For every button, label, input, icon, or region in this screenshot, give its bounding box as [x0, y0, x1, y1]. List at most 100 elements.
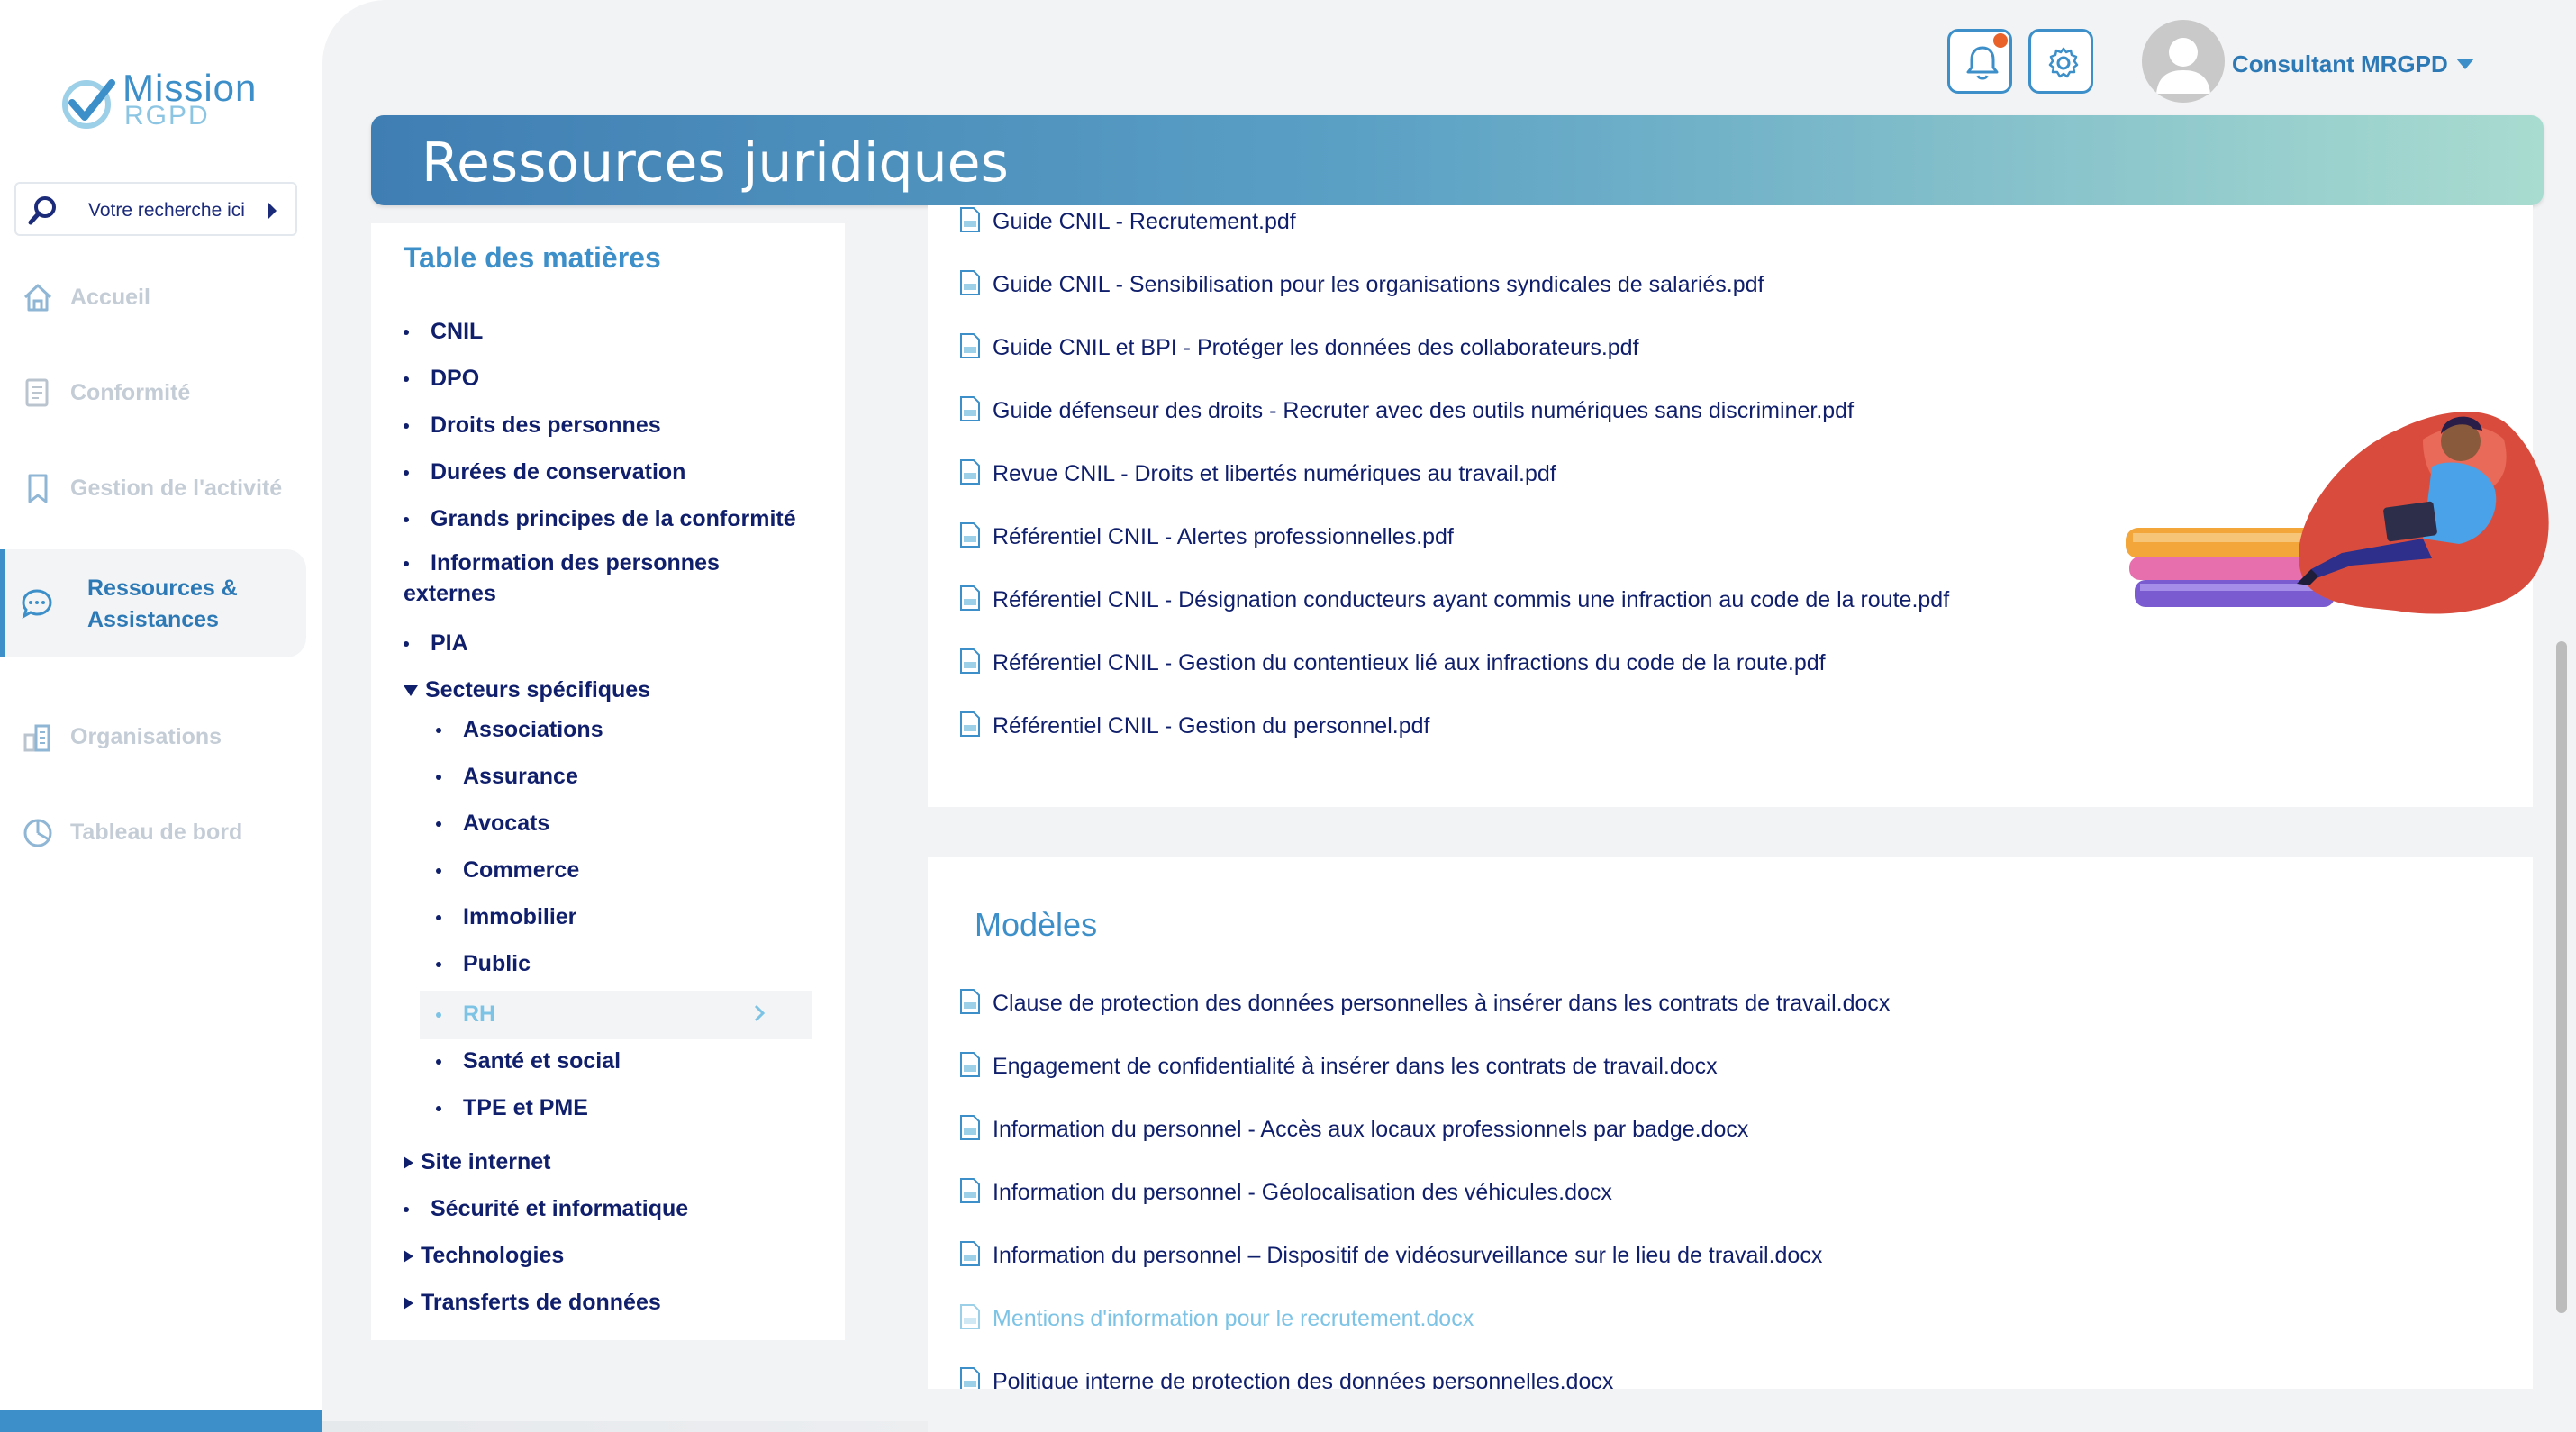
section-title-modeles: Modèles — [975, 906, 1098, 943]
toc-sub-associations[interactable]: Associations — [436, 717, 603, 743]
toc-item-label: Public — [463, 951, 531, 976]
sidebar-bottom-bar — [0, 1410, 322, 1432]
collapsed-triangle-icon — [404, 1156, 413, 1170]
sidebar-item-label: Tableau de bord — [70, 820, 243, 845]
document-link[interactable]: Référentiel CNIL - Désignation conducteu… — [958, 585, 1949, 614]
bullet — [436, 821, 441, 828]
toc-item-technologies[interactable]: Technologies — [404, 1243, 564, 1269]
toc-item-label: Assurance — [463, 764, 578, 789]
bullet — [404, 470, 409, 476]
scroll-clip — [928, 1389, 2533, 1432]
toc-item-label: Durées de conservation — [431, 459, 686, 485]
document-name: Référentiel CNIL - Alertes professionnel… — [993, 524, 1454, 549]
bullet — [404, 330, 409, 336]
document-link[interactable]: Référentiel CNIL - Alertes professionnel… — [958, 522, 1454, 551]
buildings-icon — [23, 724, 50, 752]
scrollbar-thumb[interactable] — [2556, 641, 2567, 1313]
toc-sub-assurance[interactable]: Assurance — [436, 764, 578, 790]
toc-sub-sante[interactable]: Santé et social — [436, 1048, 621, 1074]
file-icon — [960, 1304, 980, 1330]
document-link[interactable]: Engagement de confidentialité à insérer … — [958, 1052, 1718, 1081]
bullet — [404, 376, 409, 383]
document-link[interactable]: Revue CNIL - Droits et libertés numériqu… — [958, 459, 1556, 488]
user-silhouette-icon — [2156, 38, 2210, 94]
logo-text-rgpd: RGPD — [124, 101, 210, 131]
toc-item-dpo[interactable]: DPO — [404, 366, 479, 392]
file-icon — [960, 522, 980, 548]
toc-item-grands-principes[interactable]: Grands principes de la conformité — [404, 506, 796, 532]
toc-item-label: DPO — [431, 366, 480, 391]
document-link[interactable]: Guide CNIL - Recrutement.pdf — [958, 207, 1296, 236]
search-box[interactable]: Votre recherche ici — [14, 182, 297, 236]
sidebar-item-organisations[interactable]: Organisations — [0, 699, 306, 771]
bullet — [436, 728, 441, 734]
toc-item-label: Droits des personnes — [431, 412, 661, 438]
document-name: Guide CNIL - Recrutement.pdf — [993, 209, 1296, 234]
document-name: Guide défenseur des droits - Recruter av… — [993, 398, 1855, 423]
document-link-hovered[interactable]: Mentions d'information pour le recruteme… — [958, 1304, 1474, 1333]
toc-item-cnil[interactable]: CNIL — [404, 319, 483, 345]
document-name: Mentions d'information pour le recruteme… — [993, 1306, 1474, 1331]
toc-sub-rh-label[interactable]: RH — [436, 1001, 495, 1028]
toc-item-label: Technologies — [421, 1243, 565, 1268]
toc-item-label: TPE et PME — [463, 1095, 588, 1120]
file-icon — [960, 585, 980, 612]
collapsed-triangle-icon — [404, 1297, 413, 1310]
document-link[interactable]: Information du personnel - Géolocalisati… — [958, 1178, 1612, 1207]
file-icon — [960, 989, 980, 1015]
document-link[interactable]: Guide CNIL - Sensibilisation pour les or… — [958, 270, 1764, 299]
page-title: Ressources juridiques — [422, 131, 1009, 195]
sidebar-item-label: Ressources & Assistances — [87, 576, 238, 632]
home-icon — [23, 284, 52, 312]
search-placeholder: Votre recherche ici — [88, 200, 245, 221]
user-name[interactable]: Consultant MRGPD — [2232, 50, 2448, 78]
document-link[interactable]: Clause de protection des données personn… — [958, 989, 1891, 1018]
sidebar-item-conformite[interactable]: Conformité — [0, 355, 306, 427]
document-name: Clause de protection des données personn… — [993, 991, 1891, 1016]
toc-item-label: Information des personnes externes — [404, 550, 720, 606]
toc-item-site-internet[interactable]: Site internet — [404, 1149, 550, 1175]
toc-sub-avocats[interactable]: Avocats — [436, 811, 549, 837]
document-name: Information du personnel - Accès aux loc… — [993, 1117, 1749, 1142]
search-arrow-icon[interactable] — [265, 200, 279, 222]
document-link[interactable]: Guide défenseur des droits - Recruter av… — [958, 396, 1855, 425]
toc-item-information-externes[interactable]: Information des personnes externes — [404, 548, 800, 609]
file-icon — [960, 270, 980, 296]
avatar[interactable] — [2142, 20, 2225, 103]
toc-item-secteurs[interactable]: Secteurs spécifiques — [404, 677, 650, 703]
document-link[interactable]: Information du personnel - Accès aux loc… — [958, 1115, 1749, 1144]
document-name: Information du personnel – Dispositif de… — [993, 1243, 1823, 1268]
toc-item-label: Immobilier — [463, 904, 577, 929]
document-link[interactable]: Référentiel CNIL - Gestion du contentieu… — [958, 648, 1826, 677]
toc-item-durees[interactable]: Durées de conservation — [404, 459, 685, 485]
table-of-contents: Table des matières CNIL DPO Droits des p… — [371, 223, 845, 1340]
toc-item-securite[interactable]: Sécurité et informatique — [404, 1196, 688, 1222]
app-logo[interactable]: Mission RGPD — [59, 65, 267, 137]
document-name: Revue CNIL - Droits et libertés numériqu… — [993, 461, 1556, 486]
toc-item-pia[interactable]: PIA — [404, 630, 468, 657]
toc-sub-public[interactable]: Public — [436, 951, 531, 977]
reading-person-illustration — [2126, 412, 2549, 614]
toc-item-droits[interactable]: Droits des personnes — [404, 412, 661, 439]
sidebar-item-label: Accueil — [70, 285, 150, 310]
document-link[interactable]: Information du personnel – Dispositif de… — [958, 1241, 1823, 1270]
document-link[interactable]: Guide CNIL et BPI - Protéger les données… — [958, 333, 1639, 362]
sidebar: Mission RGPD Votre recherche ici Accueil… — [0, 0, 322, 1432]
toc-sub-commerce[interactable]: Commerce — [436, 857, 579, 884]
toc-sub-immobilier[interactable]: Immobilier — [436, 904, 576, 930]
collapsed-triangle-icon — [404, 1250, 413, 1264]
sidebar-item-accueil[interactable]: Accueil — [0, 259, 306, 331]
settings-button[interactable] — [2028, 29, 2093, 94]
toc-item-transferts[interactable]: Transferts de données — [404, 1290, 661, 1316]
bullet — [404, 517, 409, 523]
expanded-triangle-icon — [404, 685, 418, 697]
sidebar-item-gestion-activite[interactable]: Gestion de l'activité — [0, 450, 306, 522]
toc-item-label: Santé et social — [463, 1048, 621, 1074]
sidebar-item-ressources[interactable]: Ressources & Assistances — [0, 549, 306, 657]
caret-down-icon[interactable] — [2455, 58, 2475, 70]
toc-title: Table des matières — [404, 241, 661, 274]
toc-sub-tpe[interactable]: TPE et PME — [436, 1095, 588, 1121]
chevron-right-icon[interactable] — [753, 1003, 766, 1023]
document-link[interactable]: Référentiel CNIL - Gestion du personnel.… — [958, 711, 1429, 740]
sidebar-item-tableau-de-bord[interactable]: Tableau de bord — [0, 794, 306, 866]
